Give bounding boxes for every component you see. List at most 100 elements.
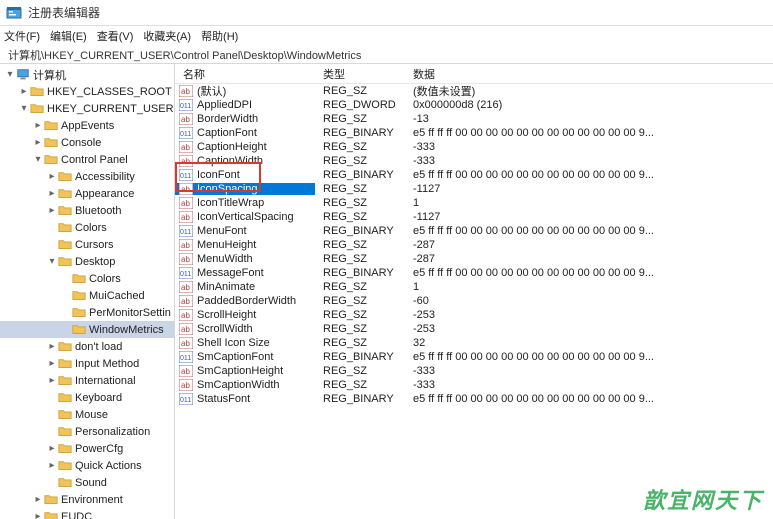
tree-item[interactable]: ▸ Environment (0, 491, 174, 508)
tree-item[interactable]: ▸Accessibility (0, 168, 174, 185)
expand-icon[interactable]: ▸ (46, 171, 58, 182)
string-icon: ab (179, 183, 193, 195)
col-data[interactable]: 数据 (405, 66, 773, 82)
expand-icon[interactable]: ▸ (32, 511, 44, 519)
address-bar[interactable]: 计算机\HKEY_CURRENT_USER\Control Panel\Desk… (0, 46, 773, 64)
tree-item[interactable]: ▸ don't load (0, 338, 174, 355)
tree-item-label: AppEvents (61, 120, 114, 132)
list-row[interactable]: 011MenuFontREG_BINARYe5 ff ff ff 00 00 0… (175, 224, 773, 238)
list-row[interactable]: abCaptionHeightREG_SZ-333 (175, 140, 773, 154)
list-row[interactable]: 011CaptionFontREG_BINARYe5 ff ff ff 00 0… (175, 126, 773, 140)
expand-icon[interactable]: ▸ (32, 120, 44, 131)
binary-icon: 011 (179, 225, 193, 237)
tree-item[interactable]: Colors (0, 270, 174, 287)
tree-item[interactable]: Cursors (0, 236, 174, 253)
list-row[interactable]: 011SmCaptionFontREG_BINARYe5 ff ff ff 00… (175, 350, 773, 364)
tree-item[interactable]: ▸Bluetooth (0, 202, 174, 219)
tree-pane[interactable]: ▾计算机▸HKEY_CLASSES_ROOT▾HKEY_CURRENT_USER… (0, 64, 175, 519)
tree-item[interactable]: ▸Quick Actions (0, 457, 174, 474)
list-row[interactable]: abIconVerticalSpacingREG_SZ-1127 (175, 210, 773, 224)
tree-item[interactable]: ▸EUDC (0, 508, 174, 519)
list-row[interactable]: 011MessageFontREG_BINARYe5 ff ff ff 00 0… (175, 266, 773, 280)
collapse-icon[interactable]: ▾ (46, 256, 58, 267)
tree-item[interactable]: ▸Appearance (0, 185, 174, 202)
expand-icon[interactable]: ▸ (46, 358, 58, 369)
tree-item-label: don't load (75, 341, 122, 353)
menu-help[interactable]: 帮助(H) (201, 28, 238, 44)
list-row[interactable]: abMenuHeightREG_SZ-287 (175, 238, 773, 252)
computer-icon (16, 68, 30, 81)
expand-icon[interactable]: ▸ (46, 443, 58, 454)
string-icon: ab (179, 365, 193, 377)
list-row[interactable]: abSmCaptionWidthREG_SZ-333 (175, 378, 773, 392)
value-data: -333 (405, 155, 773, 167)
tree-item[interactable]: MuiCached (0, 287, 174, 304)
svg-text:ab: ab (181, 115, 190, 124)
tree-item[interactable]: Colors (0, 219, 174, 236)
list-row[interactable]: abBorderWidthREG_SZ-13 (175, 112, 773, 126)
value-name: SmCaptionFont (197, 351, 273, 363)
tree-item[interactable]: ▸Input Method (0, 355, 174, 372)
value-data: 32 (405, 337, 773, 349)
svg-text:011: 011 (180, 131, 191, 138)
list-row[interactable]: abShell Icon SizeREG_SZ32 (175, 336, 773, 350)
value-data: -253 (405, 323, 773, 335)
expand-icon[interactable]: ▸ (46, 460, 58, 471)
tree-item[interactable]: ▾Control Panel (0, 151, 174, 168)
list-row[interactable]: 011StatusFontREG_BINARYe5 ff ff ff 00 00… (175, 392, 773, 406)
value-name: Shell Icon Size (197, 337, 270, 349)
list-row[interactable]: abIconSpacingREG_SZ-1127 (175, 182, 773, 196)
list-row[interactable]: abMinAnimateREG_SZ1 (175, 280, 773, 294)
tree-item[interactable]: ▸HKEY_CLASSES_ROOT (0, 83, 174, 100)
expand-icon[interactable]: ▸ (46, 341, 58, 352)
menu-edit[interactable]: 编辑(E) (50, 28, 87, 44)
menu-favorites[interactable]: 收藏夹(A) (143, 28, 191, 44)
svg-text:ab: ab (181, 143, 190, 152)
collapse-icon[interactable]: ▾ (18, 103, 30, 114)
tree-item[interactable]: ▸PowerCfg (0, 440, 174, 457)
tree-item[interactable]: Keyboard (0, 389, 174, 406)
list-row[interactable]: abScrollHeightREG_SZ-253 (175, 308, 773, 322)
list-row[interactable]: 011IconFontREG_BINARYe5 ff ff ff 00 00 0… (175, 168, 773, 182)
tree-item[interactable]: WindowMetrics (0, 321, 174, 338)
tree-item[interactable]: Mouse (0, 406, 174, 423)
tree-item[interactable]: Personalization (0, 423, 174, 440)
value-data: -1127 (405, 183, 773, 195)
tree-item[interactable]: Sound (0, 474, 174, 491)
list-row[interactable]: abPaddedBorderWidthREG_SZ-60 (175, 294, 773, 308)
col-name[interactable]: 名称 (175, 66, 315, 82)
value-data: -13 (405, 113, 773, 125)
expand-icon[interactable]: ▸ (46, 205, 58, 216)
tree-item[interactable]: ▾Desktop (0, 253, 174, 270)
expand-icon[interactable]: ▸ (32, 137, 44, 148)
list-row[interactable]: 011AppliedDPIREG_DWORD0x000000d8 (216) (175, 98, 773, 112)
list-row[interactable]: abMenuWidthREG_SZ-287 (175, 252, 773, 266)
list-row[interactable]: abSmCaptionHeightREG_SZ-333 (175, 364, 773, 378)
value-type: REG_SZ (315, 113, 405, 125)
tree-item[interactable]: PerMonitorSettin (0, 304, 174, 321)
expand-icon[interactable]: ▸ (46, 375, 58, 386)
expand-icon[interactable]: ▸ (18, 86, 30, 97)
list-row[interactable]: abIconTitleWrapREG_SZ1 (175, 196, 773, 210)
value-name: IconSpacing (197, 183, 258, 195)
tree-item[interactable]: ▸ AppEvents (0, 117, 174, 134)
expand-icon[interactable]: ▸ (46, 188, 58, 199)
value-data: -333 (405, 379, 773, 391)
expand-icon[interactable]: ▸ (32, 494, 44, 505)
string-icon: ab (179, 211, 193, 223)
tree-item-label: Environment (61, 494, 123, 506)
menu-view[interactable]: 查看(V) (97, 28, 134, 44)
collapse-icon[interactable]: ▾ (32, 154, 44, 165)
list-row[interactable]: abCaptionWidthREG_SZ-333 (175, 154, 773, 168)
tree-item[interactable]: ▸International (0, 372, 174, 389)
value-data: -60 (405, 295, 773, 307)
list-row[interactable]: abScrollWidthREG_SZ-253 (175, 322, 773, 336)
col-type[interactable]: 类型 (315, 66, 405, 82)
value-data: e5 ff ff ff 00 00 00 00 00 00 00 00 00 0… (405, 225, 773, 237)
menu-file[interactable]: 文件(F) (4, 28, 40, 44)
list-row[interactable]: ab(默认)REG_SZ(数值未设置) (175, 84, 773, 98)
tree-item[interactable]: ▾HKEY_CURRENT_USER (0, 100, 174, 117)
tree-item[interactable]: ▾计算机 (0, 66, 174, 83)
tree-item[interactable]: ▸Console (0, 134, 174, 151)
collapse-icon[interactable]: ▾ (4, 69, 16, 80)
